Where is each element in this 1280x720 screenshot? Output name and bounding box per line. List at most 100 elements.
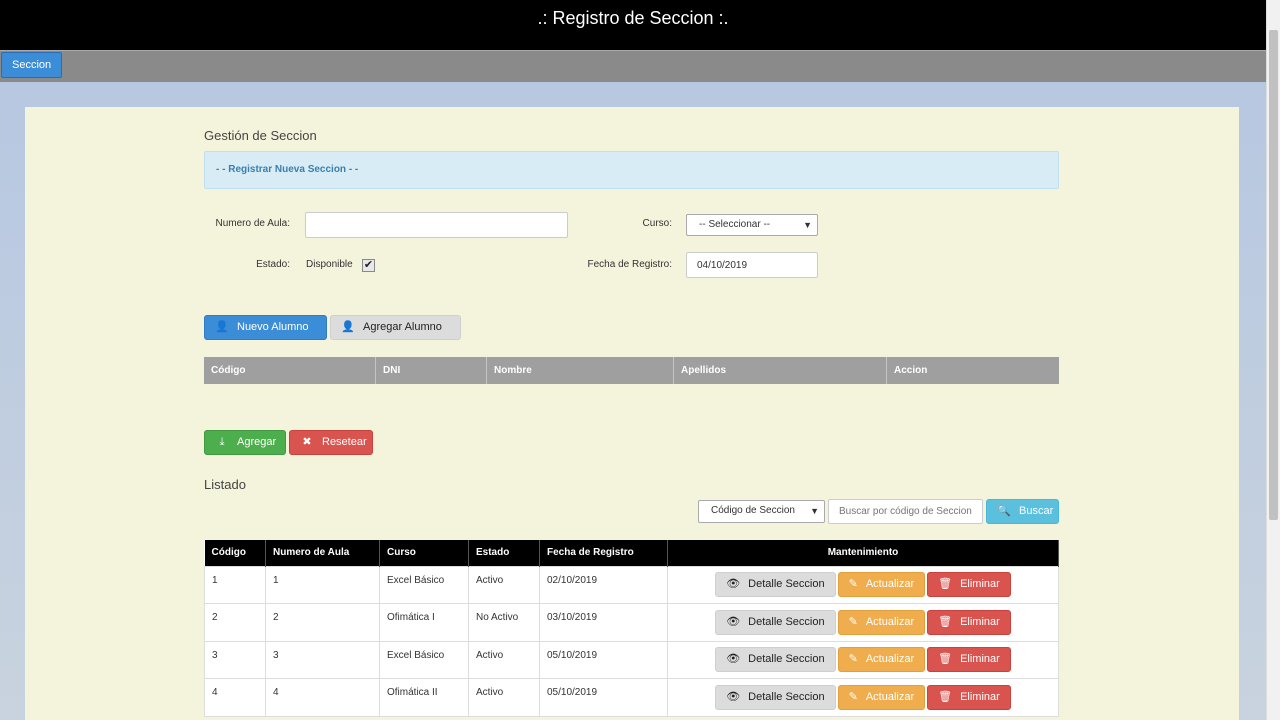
cell-estado: Activo [468, 640, 540, 679]
delete-button[interactable]: 🗑 Eliminar [927, 609, 1011, 635]
eye-icon: 👁 [726, 615, 741, 628]
curso-label: Curso: [642, 218, 672, 229]
update-button[interactable]: ✎ Actualizar [837, 572, 926, 598]
trash-icon: 🗑 [938, 578, 953, 591]
listing-heading: Listado [204, 477, 246, 492]
search-input[interactable] [828, 499, 983, 524]
cell-actions: 👁 Detalle Seccion ✎ Actualizar 🗑 Eliminar [667, 565, 1059, 604]
estado-checkbox[interactable]: ✔ [362, 259, 375, 272]
chevron-down-icon: ▼ [803, 220, 812, 230]
cell-fecha: 03/10/2019 [539, 603, 668, 642]
trash-icon: 🗑 [938, 653, 953, 666]
edit-icon: ✎ [848, 578, 858, 591]
cell-curso: Ofimática II [379, 678, 469, 717]
cell-aula: 4 [265, 678, 380, 717]
close-icon: ✖ [302, 436, 312, 448]
table-row: 4 4 Ofimática II Activo 05/10/2019 👁 Detalle S… [204, 678, 1059, 717]
add-student-button[interactable]: 👤 Agregar Alumno [330, 315, 461, 340]
register-banner: - - Registrar Nueva Seccion - - [204, 151, 1059, 189]
table-row: 2 2 Ofimática I No Activo 03/10/2019 👁 Detalle… [204, 603, 1059, 642]
cell-estado: Activo [468, 678, 540, 717]
cell-codigo: 3 [204, 640, 266, 679]
scrollbar-thumb[interactable] [1269, 30, 1278, 520]
cell-aula: 1 [265, 565, 380, 604]
col-curso: Curso [379, 540, 469, 566]
edit-icon: ✎ [848, 690, 858, 703]
chevron-down-icon: ▼ [810, 506, 819, 516]
col-fecha: Fecha de Registro [539, 540, 668, 566]
delete-button[interactable]: 🗑 Eliminar [927, 572, 1011, 598]
update-button[interactable]: ✎ Actualizar [837, 684, 926, 710]
fecha-label: Fecha de Registro: [587, 259, 673, 270]
update-button[interactable]: ✎ Actualizar [837, 609, 926, 635]
students-col-accion: Accion [894, 365, 928, 376]
download-icon: ⤓ [219, 436, 225, 448]
cell-aula: 3 [265, 640, 380, 679]
cell-actions: 👁 Detalle Seccion ✎ Actualizar 🗑 Eliminar [667, 603, 1059, 642]
cell-fecha: 02/10/2019 [539, 565, 668, 604]
cell-actions: 👁 Detalle Seccion ✎ Actualizar 🗑 Eliminar [667, 678, 1059, 717]
eye-icon: 👁 [726, 690, 741, 703]
table-header-row: Código Numero de Aula Curso Estado Fecha… [204, 540, 1059, 566]
cell-aula: 2 [265, 603, 380, 642]
col-aula: Numero de Aula [265, 540, 380, 566]
cell-codigo: 1 [204, 565, 266, 604]
cell-estado: Activo [468, 565, 540, 604]
delete-button[interactable]: 🗑 Eliminar [927, 647, 1011, 673]
edit-icon: ✎ [848, 653, 858, 666]
estado-option-label: Disponible [306, 259, 353, 270]
eye-icon: 👁 [726, 653, 741, 666]
add-button[interactable]: ⤓ Agregar [204, 430, 286, 455]
search-button[interactable]: 🔍 Buscar [986, 499, 1059, 524]
table-row: 3 3 Excel Básico Activo 05/10/2019 👁 Detalle S… [204, 640, 1059, 679]
cell-curso: Excel Básico [379, 565, 469, 604]
sections-table: Código Numero de Aula Curso Estado Fecha… [204, 540, 1059, 717]
filter-select-value: Código de Seccion [711, 505, 795, 516]
students-col-apellidos: Apellidos [674, 357, 887, 384]
form-heading: Gestión de Seccion [204, 128, 317, 143]
delete-button[interactable]: 🗑 Eliminar [927, 684, 1011, 710]
cell-curso: Excel Básico [379, 640, 469, 679]
trash-icon: 🗑 [938, 615, 953, 628]
curso-select-value: -- Seleccionar -- [699, 219, 771, 230]
cell-fecha: 05/10/2019 [539, 640, 668, 679]
curso-select[interactable]: -- Seleccionar -- ▼ [686, 214, 818, 236]
students-col-dni: DNI [376, 357, 487, 384]
aula-label: Numero de Aula: [215, 218, 291, 229]
cell-estado: No Activo [468, 603, 540, 642]
filter-select[interactable]: Código de Seccion ▼ [698, 500, 825, 523]
eye-icon: 👁 [726, 578, 741, 591]
col-mantenimiento: Mantenimiento [667, 540, 1059, 566]
students-col-codigo: Código [204, 357, 376, 384]
col-codigo: Código [204, 540, 266, 566]
main-panel: Gestión de Seccion - - Registrar Nueva S… [25, 107, 1239, 720]
aula-input[interactable] [305, 212, 568, 238]
app-title: .: Registro de Seccion :. [0, 0, 1266, 50]
students-col-nombre: Nombre [487, 357, 674, 384]
cell-fecha: 05/10/2019 [539, 678, 668, 717]
table-row: 1 1 Excel Básico Activo 02/10/2019 👁 Detalle S… [204, 565, 1059, 604]
detail-button[interactable]: 👁 Detalle Seccion [715, 609, 836, 635]
menu-bar: Seccion [0, 50, 1266, 82]
cell-curso: Ofimática I [379, 603, 469, 642]
menu-tab-seccion[interactable]: Seccion [1, 52, 63, 78]
students-grid-header: Código DNI Nombre Apellidos Accion [204, 357, 1059, 384]
user-icon: 👤 [341, 321, 355, 333]
trash-icon: 🗑 [938, 690, 953, 703]
new-student-button[interactable]: 👤 Nuevo Alumno [204, 315, 327, 340]
update-button[interactable]: ✎ Actualizar [837, 647, 926, 673]
user-icon: 👤 [215, 321, 229, 333]
col-estado: Estado [468, 540, 540, 566]
search-icon: 🔍 [997, 505, 1011, 517]
reset-button[interactable]: ✖ Resetear [289, 430, 373, 455]
cell-codigo: 4 [204, 678, 266, 717]
estado-label: Estado: [256, 259, 290, 270]
fecha-input[interactable] [686, 252, 818, 278]
cell-codigo: 2 [204, 603, 266, 642]
detail-button[interactable]: 👁 Detalle Seccion [715, 684, 836, 710]
detail-button[interactable]: 👁 Detalle Seccion [715, 647, 836, 673]
edit-icon: ✎ [848, 615, 858, 628]
detail-button[interactable]: 👁 Detalle Seccion [715, 572, 836, 598]
cell-actions: 👁 Detalle Seccion ✎ Actualizar 🗑 Eliminar [667, 640, 1059, 679]
page-scrollbar[interactable] [1266, 0, 1280, 720]
